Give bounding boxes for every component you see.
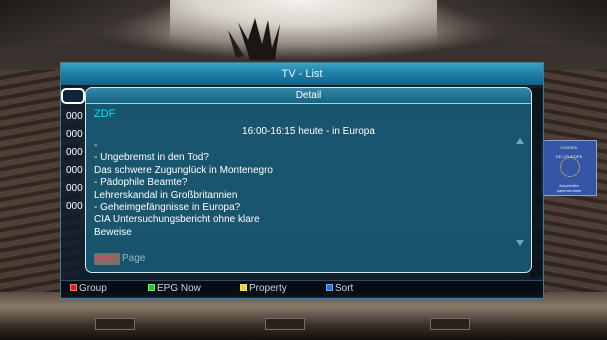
description-line: Lehrerskandal in Großbritannien	[94, 189, 238, 201]
detail-scrollbar[interactable]	[514, 128, 524, 258]
group-button[interactable]: Group	[70, 282, 107, 295]
scroll-up-icon[interactable]	[516, 138, 524, 144]
event-description: - - Ungebremst in den Tod? Das schwere Z…	[94, 140, 454, 239]
group-label: Group	[79, 283, 107, 294]
desk-nameplate	[95, 318, 135, 330]
epg-now-button[interactable]: EPG Now	[148, 282, 201, 295]
description-line: CIA Untersuchungsbericht ohne klare	[94, 214, 260, 226]
desk-nameplate	[265, 318, 305, 330]
sort-label: Sort	[335, 283, 354, 294]
sign-text-1: CONSEIL	[560, 145, 578, 150]
yellow-key-icon	[240, 284, 247, 291]
description-line: Das schwere Zugunglück in Montenegro	[94, 164, 273, 176]
red-key-icon	[70, 284, 77, 291]
pip-key-button[interactable]: PiP+	[94, 253, 120, 265]
detail-header: Detail	[86, 88, 531, 104]
description-line: -	[94, 140, 98, 151]
blue-key-icon	[326, 284, 333, 291]
detail-popup: Detail ZDF 16:00-16:15 heute - in Europa…	[85, 87, 532, 273]
sort-button[interactable]: Sort	[326, 282, 353, 295]
property-label: Property	[249, 283, 287, 294]
detail-title: Detail	[295, 90, 322, 101]
desk-nameplate	[430, 318, 470, 330]
council-of-europe-sign: CONSEIL DE L'EUROPE Assemblée parlementa…	[541, 140, 597, 196]
scroll-down-icon[interactable]	[516, 240, 524, 246]
channel-name: ZDF	[94, 108, 116, 120]
front-desk	[0, 292, 607, 340]
ceiling-sculpture	[228, 18, 280, 60]
eu-stars-icon	[560, 157, 580, 177]
tv-icon	[61, 88, 85, 104]
description-line: - Ungebremst in den Tod?	[94, 152, 209, 164]
description-line: - Geheimgefängnisse in Europa?	[94, 202, 241, 214]
green-key-icon	[148, 284, 155, 291]
page-label: Page	[122, 253, 146, 264]
color-button-bar	[61, 280, 543, 297]
epg-now-label: EPG Now	[157, 283, 201, 294]
description-line: - Pädophile Beamte?	[94, 177, 188, 189]
tv-list-title: TV - List	[61, 63, 543, 85]
property-button[interactable]: Property	[240, 282, 287, 295]
event-time-title: 16:00-16:15 heute - in Europa	[242, 126, 375, 137]
description-line: Beweise	[94, 226, 132, 238]
sign-text-4: parlementaire	[556, 188, 582, 193]
